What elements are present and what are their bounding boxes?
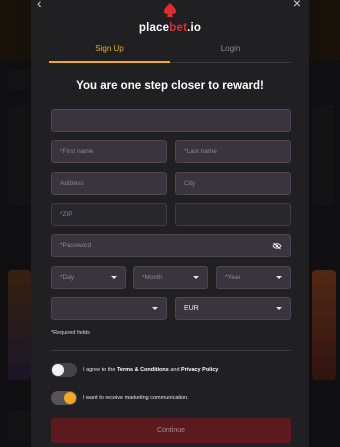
currency-value: EUR <box>184 305 199 312</box>
chevron-down-icon <box>111 276 117 279</box>
privacy-policy-link[interactable]: Privacy Policy <box>181 367 218 373</box>
zip-placeholder: *ZIP <box>60 211 73 218</box>
terms-prefix: I agree to the <box>83 367 117 373</box>
signup-modal: ‹ × placebet.io Sign Up Login You are on… <box>31 0 309 447</box>
brand-name-main: place <box>138 22 170 34</box>
required-fields-note: *Required fields <box>51 330 90 336</box>
continue-button[interactable]: Continue <box>51 418 291 443</box>
currency-select[interactable]: EUR <box>175 297 291 320</box>
divider <box>51 350 291 351</box>
month-placeholder: *Month <box>142 274 163 281</box>
month-select[interactable]: *Month <box>133 266 208 289</box>
spade-logo-icon <box>164 3 176 17</box>
chevron-down-icon <box>193 276 199 279</box>
address-field[interactable]: Address <box>51 172 167 195</box>
toggle-knob <box>64 392 76 404</box>
chevron-down-icon <box>276 307 282 310</box>
extra-field[interactable] <box>175 203 291 226</box>
password-placeholder: *Password <box>60 242 92 249</box>
first-name-field[interactable]: *First name <box>51 140 167 163</box>
first-name-placeholder: *First name <box>60 148 94 155</box>
tab-login[interactable]: Login <box>170 44 291 64</box>
marketing-toggle[interactable] <box>51 391 77 405</box>
brand-name-suffix: .io <box>187 22 202 34</box>
last-name-placeholder: *Last name <box>184 148 217 155</box>
terms-link[interactable]: Terms & Conditions <box>117 367 169 373</box>
city-placeholder: City <box>184 180 196 187</box>
country-select[interactable] <box>51 297 167 320</box>
active-tab-indicator <box>49 61 170 63</box>
year-select[interactable]: *Year <box>216 266 291 289</box>
terms-and: and <box>168 367 182 373</box>
day-placeholder: *Day <box>60 274 75 281</box>
marketing-consent-label: I want to receive marketing communicatio… <box>83 395 189 401</box>
day-select[interactable]: *Day <box>51 266 126 289</box>
brand-logo: placebet.io <box>31 2 309 36</box>
toggle-knob <box>52 364 64 376</box>
brand-name-accent: bet <box>169 22 188 34</box>
terms-toggle[interactable] <box>51 363 77 377</box>
page-title: You are one step closer to reward! <box>76 80 264 92</box>
password-field[interactable]: *Password <box>51 234 291 257</box>
chevron-down-icon <box>152 307 158 310</box>
last-name-field[interactable]: *Last name <box>175 140 291 163</box>
chevron-down-icon <box>276 276 282 279</box>
zip-field[interactable]: *ZIP <box>51 203 167 226</box>
terms-consent-label: I agree to the Terms & Conditions and Pr… <box>83 367 218 373</box>
hide-password-icon[interactable] <box>272 242 282 250</box>
year-placeholder: *Year <box>225 274 241 281</box>
city-field[interactable]: City <box>175 172 291 195</box>
address-placeholder: Address <box>60 180 84 187</box>
email-field[interactable] <box>51 109 291 132</box>
